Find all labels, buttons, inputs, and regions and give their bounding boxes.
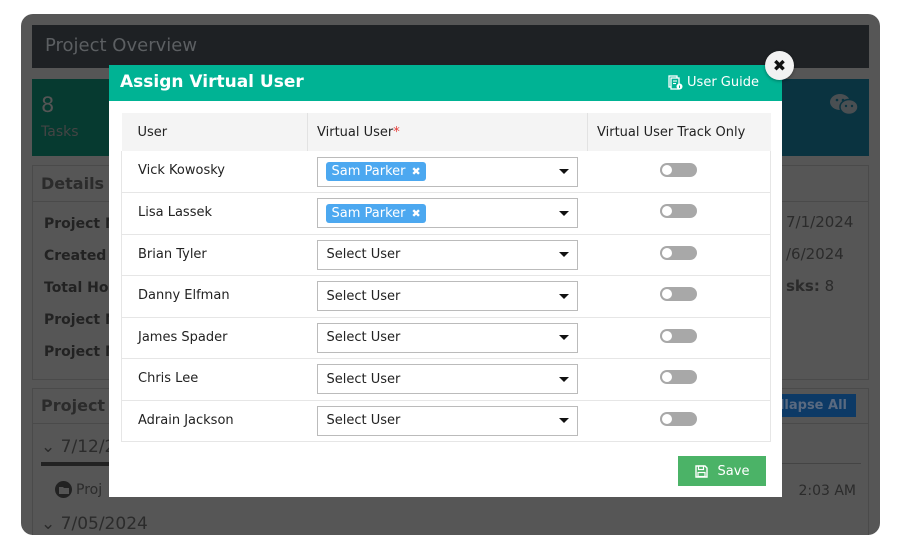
save-label: Save [717,463,750,479]
virtual-user-select[interactable]: Select User [316,239,578,270]
user-name: Brian Tyler [121,234,308,276]
remove-tag-icon[interactable]: ✖ [412,207,421,220]
virtual-user-table: User Virtual User* Virtual User Track On… [121,113,771,442]
caret-down-icon [558,335,569,341]
select-placeholder: Select User [326,330,401,346]
select-placeholder: Select User [326,413,401,429]
user-name: Adrain Jackson [121,400,308,442]
table-row: Danny Elfman Select User [121,275,771,318]
track-only-toggle[interactable] [660,328,698,343]
select-placeholder: Select User [326,371,401,387]
track-only-toggle[interactable] [660,162,698,177]
detail-label: Project M [44,344,119,360]
virtual-user-select[interactable]: Select User [316,364,578,395]
caret-down-icon [558,376,569,382]
user-guide-icon [668,75,683,90]
close-modal-button[interactable]: ✖ [765,51,794,80]
table-row: Vick Kowosky Sam Parker ✖ [121,151,771,193]
detail-value-label: sks: [786,277,820,295]
virtual-user-select[interactable]: Select User [316,322,578,353]
assign-virtual-user-modal: Assign Virtual User User Guide User Virt… [109,65,782,497]
select-placeholder: Select User [326,247,401,263]
user-name: James Spader [121,317,308,359]
track-only-toggle[interactable] [660,204,698,219]
close-icon: ✖ [772,56,787,75]
column-header-user: User [121,113,308,151]
required-asterisk: * [393,124,400,140]
virtual-user-select[interactable]: Sam Parker ✖ [316,156,578,187]
user-name: Danny Elfman [121,275,308,318]
chevron-down-icon: ⌄ [41,514,61,534]
stat-label: Tasks [41,124,79,140]
detail-value-total: sks: 8 [786,277,834,295]
modal-title: Assign Virtual User [120,72,304,92]
user-name: Chris Lee [121,358,308,401]
remove-tag-icon[interactable]: ✖ [412,165,421,178]
track-only-toggle[interactable] [660,287,698,302]
column-header-virtual-user: Virtual User* [307,113,588,151]
activity-item[interactable]: Proj [55,481,102,498]
activity-item-label: Proj [76,481,103,498]
user-name: Lisa Lassek [121,192,308,235]
table-row: Adrain Jackson Select User [121,400,771,442]
virtual-user-select[interactable]: Select User [316,405,578,436]
column-header-track-only: Virtual User Track Only [587,113,771,151]
user-name: Vick Kowosky [121,151,308,193]
chevron-down-icon: ⌄ [41,437,61,457]
page-title: Project Overview [45,35,198,56]
track-only-toggle[interactable] [660,370,698,385]
save-button[interactable]: Save [678,456,766,486]
caret-down-icon [558,252,569,258]
detail-value: 7/1/2024 [786,213,854,231]
detail-label: Project M [44,216,119,232]
activity-time: 2:03 AM [798,483,856,499]
table-row: James Spader Select User [121,317,771,359]
table-row: Brian Tyler Select User [121,234,771,276]
selected-user-tag: Sam Parker ✖ [325,203,426,223]
detail-value-number: 8 [824,277,835,295]
activity-date-group[interactable]: ⌄ 7/05/2024 [41,514,148,534]
activity-date-group[interactable]: ⌄ 7/12/2 [41,437,115,457]
detail-value: /6/2024 [786,245,844,263]
chat-icon [830,94,859,116]
activity-date: 7/12/2 [60,437,116,457]
virtual-user-select[interactable]: Select User [316,281,578,312]
detail-label: Total Ho [44,280,109,296]
modal-header: Assign Virtual User User Guide [109,65,782,101]
stat-number: 8 [41,93,55,117]
caret-down-icon [558,169,569,174]
folder-icon [55,481,72,498]
activity-date: 7/05/2024 [60,514,148,534]
table-row: Chris Lee Select User [121,358,771,401]
track-only-toggle[interactable] [660,245,698,260]
user-guide-link[interactable]: User Guide [668,75,759,90]
caret-down-icon [558,418,569,424]
detail-label: Created [44,248,107,264]
floppy-disk-icon [694,464,708,478]
select-placeholder: Select User [326,288,401,304]
virtual-user-select[interactable]: Sam Parker ✖ [316,198,578,229]
page-header: Project Overview [32,25,869,68]
table-header-row: User Virtual User* Virtual User Track On… [121,113,771,151]
collapse-all-button[interactable]: llapse All [770,394,856,417]
selected-user-tag: Sam Parker ✖ [325,162,426,181]
user-guide-label: User Guide [687,75,759,90]
track-only-toggle[interactable] [660,411,698,426]
table-row: Lisa Lassek Sam Parker ✖ [121,192,771,235]
caret-down-icon [558,210,569,216]
caret-down-icon [558,293,569,299]
detail-label: Project N [44,312,117,328]
